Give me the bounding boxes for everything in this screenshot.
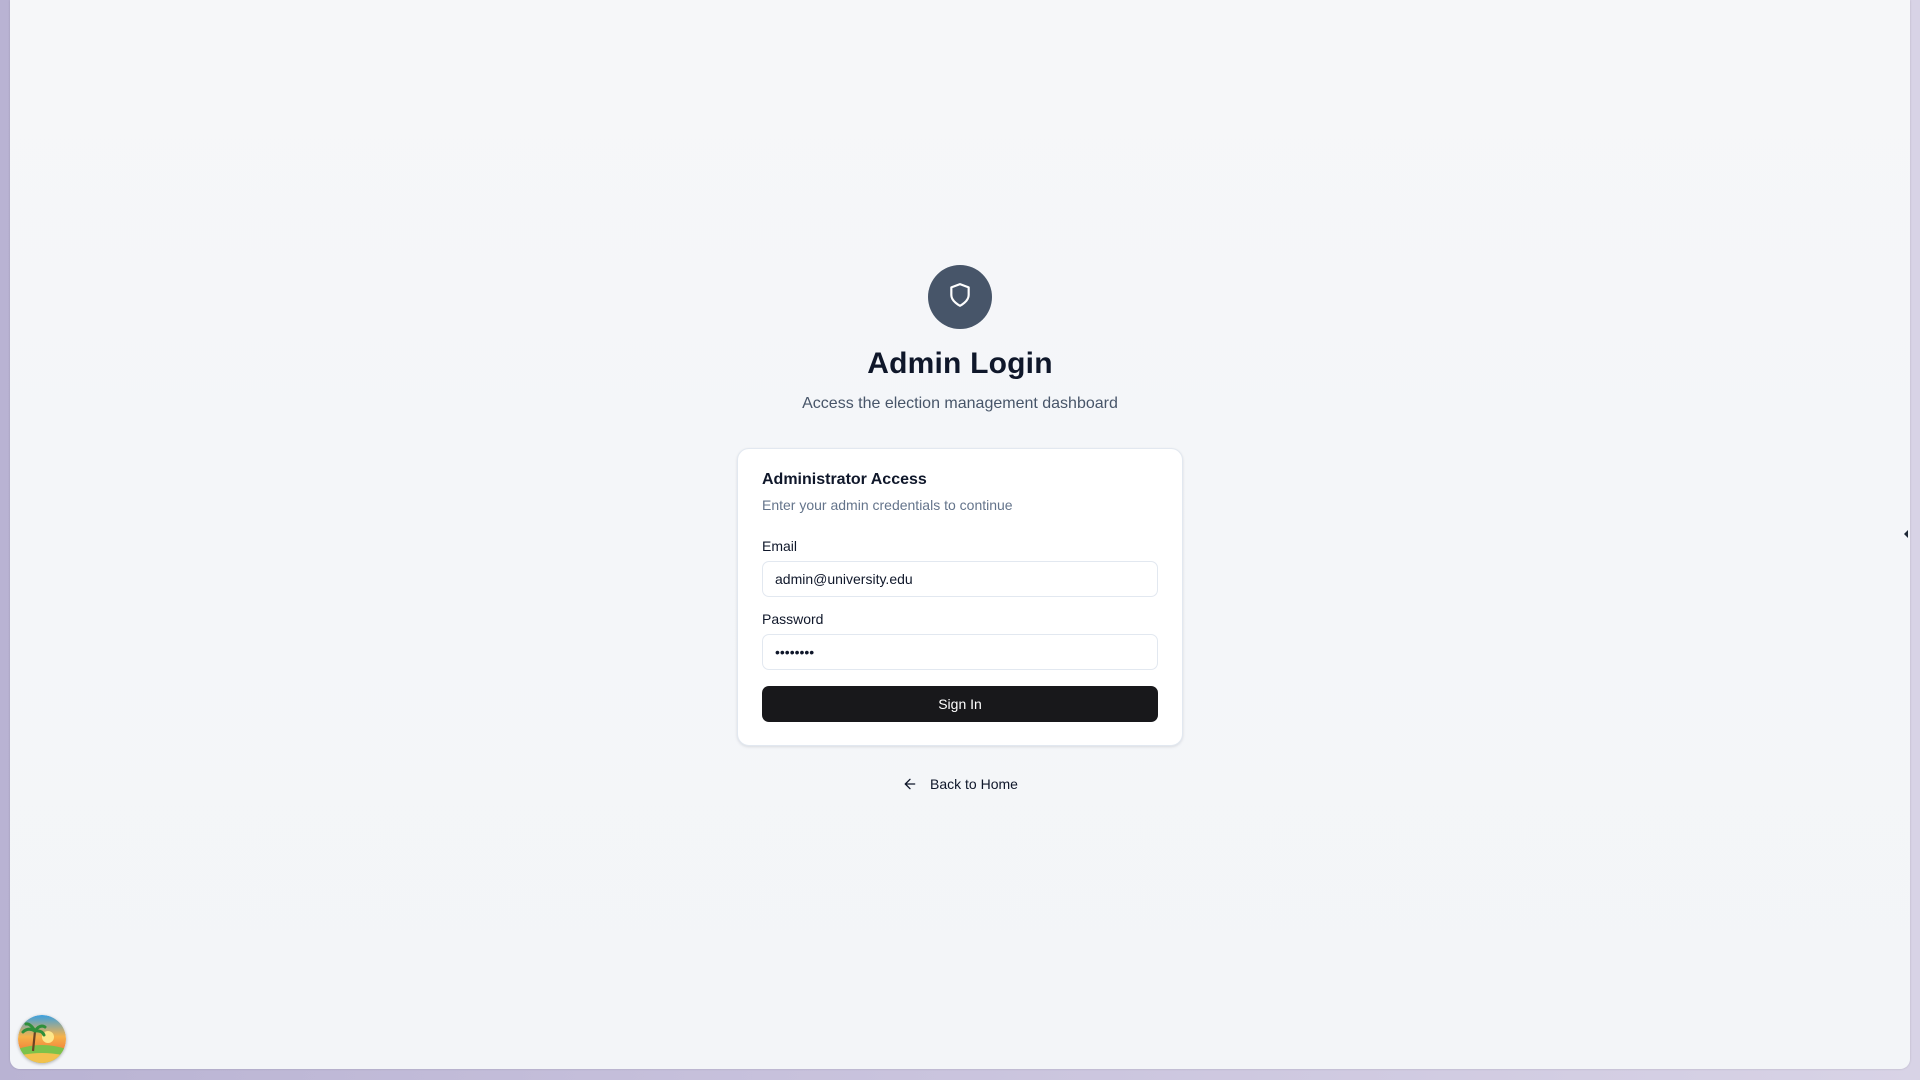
login-card: Administrator Access Enter your admin cr… — [737, 448, 1183, 746]
caret-left-icon[interactable] — [1904, 530, 1908, 538]
email-label: Email — [762, 538, 798, 554]
page-title: Admin Login — [867, 347, 1053, 380]
arrow-left-icon — [902, 776, 918, 792]
password-label: Password — [762, 611, 824, 627]
page-subtitle: Access the election management dashboard — [802, 395, 1118, 412]
beach-sunset-icon[interactable] — [18, 1015, 66, 1063]
logo-badge — [928, 265, 992, 329]
card-description: Enter your admin credentials to continue — [762, 497, 1013, 513]
shield-icon — [947, 282, 973, 313]
password-field[interactable] — [762, 634, 1158, 670]
card-title: Administrator Access — [762, 471, 927, 488]
back-to-home-label: Back to Home — [930, 776, 1018, 792]
browser-window: Admin Login Access the election manageme… — [10, 0, 1910, 1069]
back-to-home-link[interactable]: Back to Home — [902, 776, 1018, 792]
email-field[interactable] — [762, 561, 1158, 597]
sign-in-button[interactable]: Sign In — [762, 686, 1158, 722]
login-container: Admin Login Access the election manageme… — [10, 265, 1910, 792]
